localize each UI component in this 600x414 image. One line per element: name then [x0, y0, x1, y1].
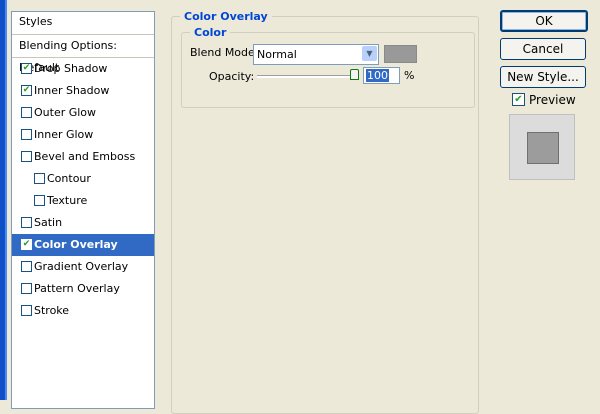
stroke-checkbox[interactable] [21, 305, 32, 316]
color-overlay-checkbox[interactable]: ✔ [21, 239, 32, 250]
satin-label: Satin [34, 216, 63, 229]
preview-checkbox[interactable]: ✔ [512, 93, 525, 106]
overlay-color-swatch[interactable] [384, 45, 417, 63]
blend-mode-select[interactable]: Normal ▼ [253, 44, 379, 65]
inner-glow-checkbox[interactable] [21, 129, 32, 140]
chevron-down-icon[interactable]: ▼ [362, 46, 377, 61]
style-item-inner-glow[interactable]: Inner Glow [12, 124, 154, 146]
opacity-value: 100 [366, 69, 389, 82]
style-item-contour[interactable]: Contour [12, 168, 154, 190]
opacity-slider-thumb[interactable] [350, 69, 359, 80]
bevel-emboss-label: Bevel and Emboss [34, 150, 136, 163]
opacity-label: Opacity: [209, 70, 255, 83]
color-overlay-label: Color Overlay [34, 238, 118, 251]
style-item-gradient-overlay[interactable]: Gradient Overlay [12, 256, 154, 278]
style-item-color-overlay[interactable]: ✔ Color Overlay [12, 234, 154, 256]
stroke-label: Stroke [34, 304, 70, 317]
color-overlay-title: Color Overlay [180, 10, 272, 23]
style-item-inner-shadow[interactable]: ✔ Inner Shadow [12, 80, 154, 102]
style-item-drop-shadow[interactable]: ✔ Drop Shadow [12, 58, 154, 80]
style-item-outer-glow[interactable]: Outer Glow [12, 102, 154, 124]
drop-shadow-label: Drop Shadow [34, 62, 108, 75]
window-left-edge [0, 0, 7, 400]
style-item-stroke[interactable]: Stroke [12, 300, 154, 322]
preview-swatch [527, 132, 559, 164]
preview-label: Preview [529, 93, 576, 107]
gradient-overlay-checkbox[interactable] [21, 261, 32, 272]
style-item-satin[interactable]: Satin [12, 212, 154, 234]
pattern-overlay-label: Pattern Overlay [34, 282, 120, 295]
style-item-bevel-emboss[interactable]: Bevel and Emboss [12, 146, 154, 168]
style-item-texture[interactable]: Texture [12, 190, 154, 212]
new-style-button[interactable]: New Style... [500, 66, 586, 88]
gradient-overlay-label: Gradient Overlay [34, 260, 129, 273]
color-subgroup: Color Blend Mode: Normal ▼ Opacity: 100 … [181, 26, 475, 108]
outer-glow-checkbox[interactable] [21, 107, 32, 118]
styles-list-panel: Styles Blending Options: Default ✔ Drop … [11, 11, 155, 409]
blend-mode-label: Blend Mode: [190, 46, 259, 59]
contour-checkbox[interactable] [34, 173, 45, 184]
inner-shadow-label: Inner Shadow [34, 84, 110, 97]
texture-label: Texture [47, 194, 88, 207]
cancel-button[interactable]: Cancel [500, 38, 586, 60]
style-preview-thumbnail [509, 114, 575, 180]
blend-mode-value: Normal [257, 48, 297, 61]
blending-options-item[interactable]: Blending Options: Default [12, 35, 154, 74]
styles-header[interactable]: Styles [12, 12, 154, 35]
texture-checkbox[interactable] [34, 195, 45, 206]
inner-shadow-checkbox[interactable]: ✔ [21, 85, 32, 96]
outer-glow-label: Outer Glow [34, 106, 97, 119]
contour-label: Contour [47, 172, 91, 185]
opacity-slider-track[interactable] [257, 75, 359, 78]
style-item-pattern-overlay[interactable]: Pattern Overlay [12, 278, 154, 300]
percent-sign: % [404, 69, 415, 82]
color-subgroup-title: Color [190, 26, 231, 39]
opacity-input[interactable]: 100 [363, 67, 400, 84]
bevel-emboss-checkbox[interactable] [21, 151, 32, 162]
ok-button[interactable]: OK [500, 10, 588, 32]
drop-shadow-checkbox[interactable]: ✔ [21, 63, 32, 74]
pattern-overlay-checkbox[interactable] [21, 283, 32, 294]
inner-glow-label: Inner Glow [34, 128, 94, 141]
satin-checkbox[interactable] [21, 217, 32, 228]
color-overlay-group: Color Overlay Color Blend Mode: Normal ▼… [171, 10, 479, 414]
